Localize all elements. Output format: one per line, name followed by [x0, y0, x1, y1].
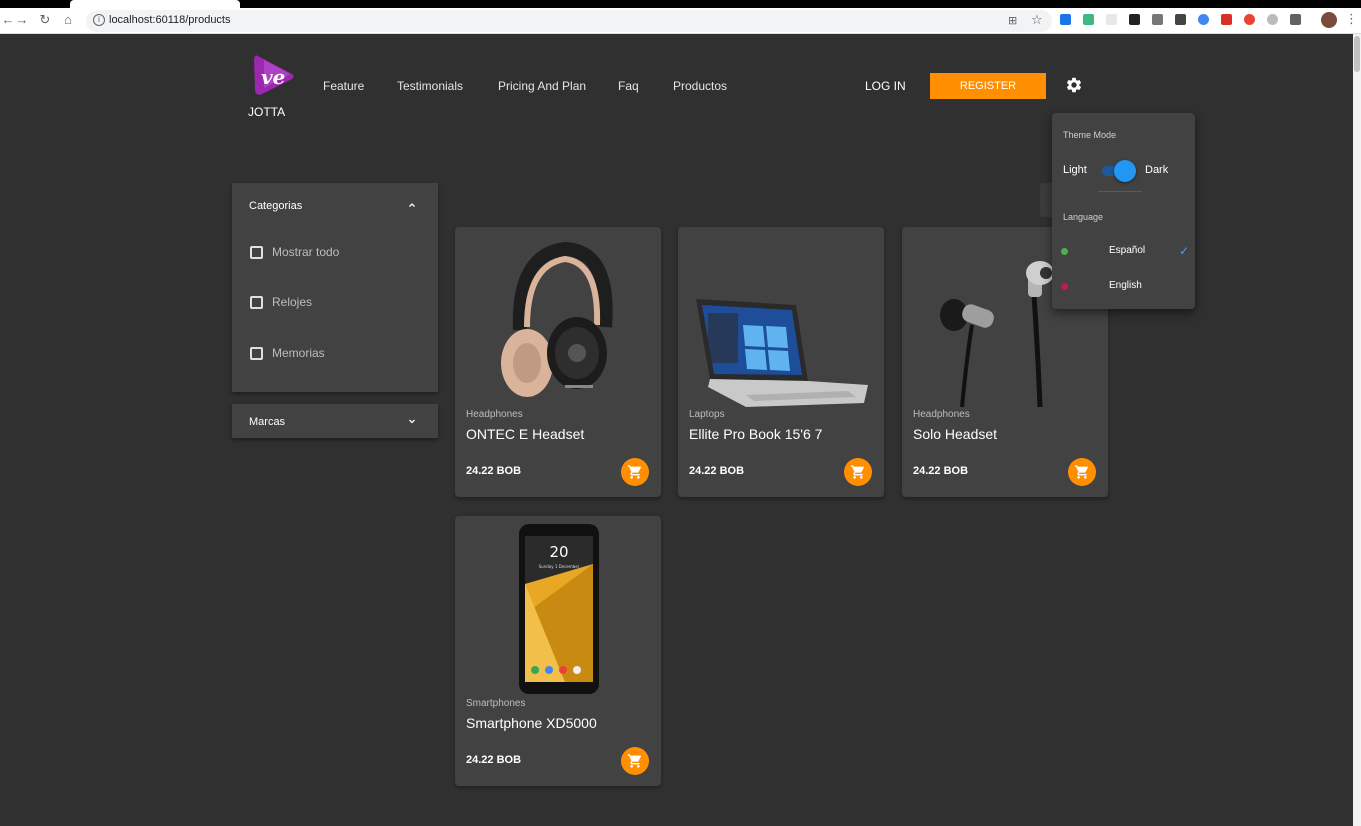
product-price: 24.22 BOB	[466, 465, 522, 477]
theme-toggle[interactable]	[1102, 160, 1136, 182]
browser-toolbar: ← → ↻ ⌂ i localhost:60118/products ⊞ ☆ ⋮	[0, 8, 1361, 34]
dark-label: Dark	[1145, 164, 1169, 176]
brands-panel: Marcas	[232, 404, 438, 438]
product-card[interactable]: Headphones ONTEC E Headset 24.22 BOB	[455, 227, 661, 497]
checkbox-icon[interactable]	[250, 296, 263, 309]
extension-icon[interactable]	[1221, 14, 1232, 25]
settings-divider	[1098, 191, 1142, 192]
browser-tab-strip	[0, 0, 1361, 8]
phone-date: Sunday 1 December	[539, 564, 580, 569]
nav-link-feature[interactable]: Feature	[323, 79, 364, 93]
gear-icon[interactable]	[1065, 76, 1083, 94]
categories-panel: Categorias Mostrar todo Relojes Memorias	[232, 183, 438, 392]
register-button[interactable]: REGISTER	[930, 73, 1046, 99]
nav-link-testimonials[interactable]: Testimonials	[397, 79, 463, 93]
light-label: Light	[1063, 164, 1087, 176]
category-label: Relojes	[272, 295, 313, 309]
extension-icon[interactable]	[1175, 14, 1186, 25]
translate-extension-icon[interactable]	[1060, 14, 1071, 25]
theme-mode-title: Theme Mode	[1063, 130, 1117, 140]
browser-active-tab[interactable]	[70, 0, 240, 8]
product-price: 24.22 BOB	[689, 465, 745, 477]
add-to-cart-button[interactable]	[1068, 458, 1096, 486]
extension-icon[interactable]	[1106, 14, 1117, 25]
page-scrollbar[interactable]	[1353, 34, 1361, 826]
add-to-cart-button[interactable]	[844, 458, 872, 486]
address-url[interactable]: localhost:60118/products	[109, 14, 231, 26]
site-info-icon[interactable]: i	[93, 14, 105, 26]
smartphone-image: 20 Sunday 1 December	[519, 524, 599, 694]
checkbox-icon[interactable]	[250, 347, 263, 360]
hidden-button-edge[interactable]	[1040, 183, 1052, 217]
product-name[interactable]: Smartphone XD5000	[466, 715, 597, 731]
language-title: Language	[1063, 212, 1104, 222]
scrollbar-thumb[interactable]	[1354, 36, 1360, 72]
cart-icon	[850, 465, 865, 479]
reload-icon[interactable]: ↻	[37, 12, 53, 28]
extension-icon[interactable]	[1290, 14, 1301, 25]
cart-icon	[1074, 465, 1089, 479]
home-icon[interactable]: ⌂	[60, 12, 76, 28]
extension-icon[interactable]	[1267, 14, 1278, 25]
extension-icon[interactable]	[1244, 14, 1255, 25]
svg-text:ve: ve	[261, 65, 285, 89]
language-name: English	[1109, 280, 1142, 291]
cart-icon	[627, 465, 642, 479]
nav-link-faq[interactable]: Faq	[618, 79, 639, 93]
forward-icon[interactable]: →	[14, 12, 30, 28]
settings-menu: Theme Mode Light Dark Language Español ✓…	[1052, 113, 1195, 309]
chevron-up-icon[interactable]	[406, 199, 418, 211]
toggle-knob[interactable]	[1114, 160, 1136, 182]
product-category: Smartphones	[466, 698, 526, 709]
extension-icon[interactable]	[1129, 14, 1140, 25]
extension-icon[interactable]	[1152, 14, 1163, 25]
bookmark-star-icon[interactable]: ☆	[1031, 12, 1043, 28]
language-option-english[interactable]: English	[1052, 274, 1195, 300]
language-name: Español	[1109, 245, 1146, 256]
category-label: Memorias	[272, 346, 325, 360]
headphones-image	[501, 241, 613, 397]
phone-time: 20	[549, 543, 568, 561]
checkbox-icon[interactable]	[250, 246, 263, 259]
category-label: Mostrar todo	[272, 245, 340, 259]
logo-text[interactable]: JOTTA	[248, 105, 285, 119]
jotta-logo[interactable]: ve	[250, 52, 296, 98]
add-to-cart-button[interactable]	[621, 747, 649, 775]
product-name[interactable]: Ellite Pro Book 15'6 7	[689, 426, 822, 442]
product-name[interactable]: ONTEC E Headset	[466, 426, 584, 442]
login-link[interactable]: LOG IN	[865, 79, 906, 93]
vue-devtools-extension-icon[interactable]	[1083, 14, 1094, 25]
cart-icon	[627, 754, 642, 768]
translate-icon[interactable]: ⊞	[1008, 14, 1017, 27]
product-card[interactable]: 20 Sunday 1 December Smartphones Smartph…	[455, 516, 661, 786]
product-category: Headphones	[466, 409, 523, 420]
address-bar[interactable]: i localhost:60118/products ⊞ ☆	[86, 10, 1052, 32]
product-price: 24.22 BOB	[913, 465, 969, 477]
add-to-cart-button[interactable]	[621, 458, 649, 486]
categories-title: Categorias	[249, 200, 303, 212]
brands-title: Marcas	[249, 416, 286, 428]
uk-flag-icon	[1061, 283, 1068, 290]
check-icon: ✓	[1179, 244, 1190, 258]
product-name[interactable]: Solo Headset	[913, 426, 997, 442]
nav-link-productos[interactable]: Productos	[673, 79, 727, 93]
language-option-espanol[interactable]: Español ✓	[1052, 239, 1195, 265]
product-category: Headphones	[913, 409, 970, 420]
product-price: 24.22 BOB	[466, 754, 522, 766]
extension-icon[interactable]	[1198, 14, 1209, 25]
categories-header[interactable]: Categorias	[232, 183, 438, 229]
browser-menu-icon[interactable]: ⋮	[1345, 11, 1358, 27]
product-category: Laptops	[689, 409, 725, 420]
product-card[interactable]: Laptops Ellite Pro Book 15'6 7 24.22 BOB	[678, 227, 884, 497]
brands-header[interactable]: Marcas	[232, 404, 438, 438]
nav-link-pricing[interactable]: Pricing And Plan	[498, 79, 586, 93]
bolivia-flag-icon	[1061, 248, 1068, 255]
laptop-image	[696, 299, 868, 407]
profile-avatar[interactable]	[1321, 12, 1337, 28]
chevron-down-icon[interactable]	[406, 415, 418, 427]
